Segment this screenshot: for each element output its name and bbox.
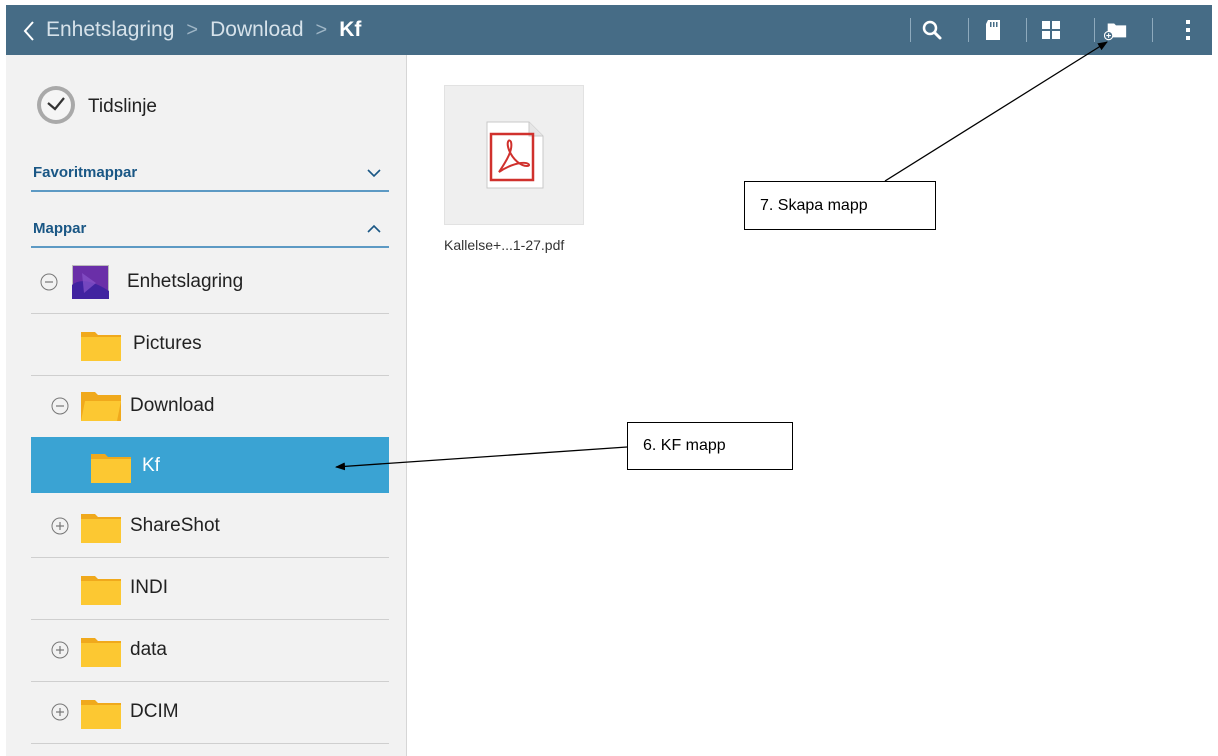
clock-icon: [37, 86, 75, 124]
tree-label-pictures: Pictures: [133, 333, 202, 354]
sidebar: Tidslinje Favoritmappar Mappar Enhetslag…: [6, 55, 407, 756]
callout-kf-folder: 6. KF mapp: [627, 422, 793, 470]
new-folder-icon[interactable]: [1104, 18, 1128, 42]
breadcrumb-download[interactable]: Download: [210, 18, 303, 42]
folder-icon: [91, 454, 131, 483]
tree-item-kf[interactable]: Kf: [31, 437, 389, 493]
arrow-to-new-folder: [884, 41, 1108, 182]
breadcrumb-separator-icon: >: [315, 18, 328, 41]
toolbar-divider: [1026, 18, 1027, 42]
tree-item-indi[interactable]: INDI: [31, 557, 389, 620]
tree-label-shareshot: ShareShot: [130, 515, 220, 536]
folder-icon: [81, 576, 121, 605]
folder-icon: [81, 332, 121, 361]
expand-icon[interactable]: [51, 641, 69, 659]
tree-label-kf: Kf: [142, 455, 160, 476]
callout-kf-folder-text: 6. KF mapp: [643, 437, 726, 454]
folder-icon: [81, 700, 121, 729]
grid-view-icon[interactable]: [1039, 18, 1063, 42]
file-thumbnail[interactable]: [444, 85, 584, 225]
favorites-title: Favoritmappar: [33, 164, 138, 181]
expand-icon[interactable]: [51, 517, 69, 535]
tree-label-enhetslagring: Enhetslagring: [127, 271, 244, 292]
tree-item-shareshot[interactable]: ShareShot: [31, 493, 389, 558]
breadcrumb-separator-icon: >: [186, 18, 199, 41]
top-bar: Enhetslagring > Download > Kf: [6, 5, 1212, 55]
callout-new-folder: 7. Skapa mapp: [744, 181, 936, 230]
toolbar-divider: [968, 18, 969, 42]
folders-section[interactable]: Mappar: [31, 216, 389, 248]
folder-open-icon: [81, 392, 121, 421]
pdf-icon: [486, 121, 544, 189]
tree-item-enhetslagring[interactable]: Enhetslagring: [31, 251, 389, 314]
breadcrumb-enhetslagring[interactable]: Enhetslagring: [46, 18, 174, 42]
tree-item-download[interactable]: Download: [31, 375, 389, 438]
tree-label-data: data: [130, 639, 167, 660]
device-storage-icon: [72, 265, 109, 299]
folder-icon: [81, 514, 121, 543]
chevron-up-icon[interactable]: [367, 224, 381, 234]
more-vert-icon[interactable]: [1176, 18, 1200, 42]
breadcrumb: Enhetslagring > Download > Kf: [46, 5, 361, 55]
chevron-down-icon[interactable]: [367, 168, 381, 178]
timeline-label[interactable]: Tidslinje: [88, 96, 157, 118]
sd-card-icon[interactable]: [981, 18, 1005, 42]
tree-item-dcim[interactable]: DCIM: [31, 681, 389, 744]
toolbar-divider: [1152, 18, 1153, 42]
folder-icon: [81, 638, 121, 667]
tree-label-dcim: DCIM: [130, 701, 179, 722]
breadcrumb-kf: Kf: [339, 18, 362, 41]
toolbar-divider: [910, 18, 911, 42]
tree-label-indi: INDI: [130, 577, 168, 598]
collapse-icon[interactable]: [40, 273, 58, 291]
tree-item-data[interactable]: data: [31, 619, 389, 682]
file-name[interactable]: Kallelse+...1-27.pdf: [444, 237, 594, 253]
tree-item-pictures[interactable]: Pictures: [31, 313, 389, 376]
collapse-icon[interactable]: [51, 397, 69, 415]
tree-label-download: Download: [130, 395, 215, 416]
back-chevron-icon[interactable]: [22, 20, 36, 42]
favorites-section[interactable]: Favoritmappar: [31, 160, 389, 192]
callout-new-folder-text: 7. Skapa mapp: [760, 197, 868, 214]
toolbar-divider: [1094, 18, 1095, 42]
search-icon[interactable]: [920, 18, 944, 42]
expand-icon[interactable]: [51, 703, 69, 721]
folders-title: Mappar: [33, 220, 87, 237]
